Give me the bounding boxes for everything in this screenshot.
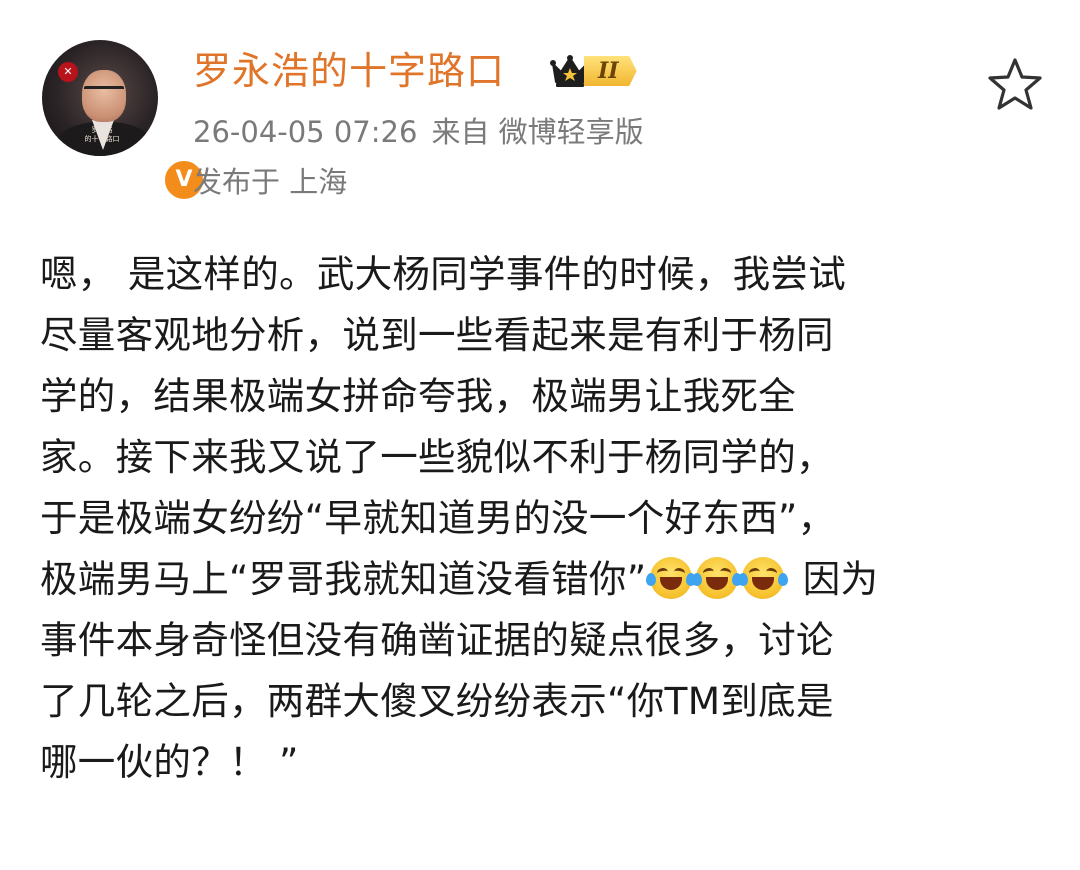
post-location: 发布于 上海 bbox=[193, 165, 348, 199]
post-line: 事件本身奇怪但没有确凿证据的疑点很多，讨论 bbox=[40, 618, 834, 662]
avatar-photo: ✕ 罗永浩 的十字路口 bbox=[42, 40, 158, 156]
channel-logo-icon: ✕ bbox=[58, 62, 78, 82]
post-line: 于是极端女纷纷“早就知道男的没一个好东西”， bbox=[40, 496, 836, 540]
laughing-tears-icon bbox=[738, 556, 789, 599]
post-body: 嗯， 是这样的。武大杨同学事件的时候，我尝试 尽量客观地分析，说到一些看起来是有… bbox=[40, 244, 1050, 793]
post-line: 嗯， 是这样的。武大杨同学事件的时候，我尝试 bbox=[40, 252, 847, 296]
emoji-row bbox=[646, 556, 789, 599]
avatar-glasses bbox=[84, 86, 124, 99]
post-timestamp: 26-04-05 07:26 bbox=[193, 115, 418, 149]
post-line: 哪一伙的？！ ” bbox=[40, 740, 299, 784]
laughing-tears-icon bbox=[646, 556, 697, 599]
member-level-tag: II bbox=[584, 56, 637, 86]
star-outline-icon bbox=[988, 58, 1042, 110]
post-line: 学的，结果极端女拼命夸我，极端男让我死全 bbox=[40, 374, 796, 418]
source-app-link[interactable]: 微博轻享版 bbox=[499, 115, 644, 149]
post-line: 了几轮之后，两群大傻叉纷纷表示“你TM到底是 bbox=[40, 679, 834, 723]
post-line: 家。接下来我又说了一些貌似不利于杨同学的， bbox=[40, 435, 834, 479]
post-line-text: 极端男马上“罗哥我就知道没看错你” bbox=[40, 557, 647, 601]
favorite-star-button[interactable] bbox=[985, 55, 1045, 115]
post-line-with-emoji: 极端男马上“罗哥我就知道没看错你” 因为 bbox=[40, 549, 1050, 610]
avatar-caption-line1: 罗永浩 bbox=[91, 126, 113, 134]
post-line: 尽量客观地分析，说到一些看起来是有利于杨同 bbox=[40, 313, 834, 357]
member-badge[interactable]: II bbox=[550, 52, 637, 90]
avatar-caption: 罗永浩 的十字路口 bbox=[82, 126, 122, 144]
source-prefix: 来自 bbox=[431, 115, 490, 149]
avatar-caption-line2: 的十字路口 bbox=[84, 135, 120, 143]
laughing-tears-icon bbox=[692, 556, 743, 599]
username[interactable]: 罗永浩的十字路口 bbox=[193, 46, 505, 96]
post-line-text: 因为 bbox=[790, 557, 879, 601]
post-meta: 26-04-05 07:26 来自 微博轻享版 bbox=[193, 110, 644, 154]
avatar[interactable]: ✕ 罗永浩 的十字路口 V bbox=[42, 40, 206, 202]
